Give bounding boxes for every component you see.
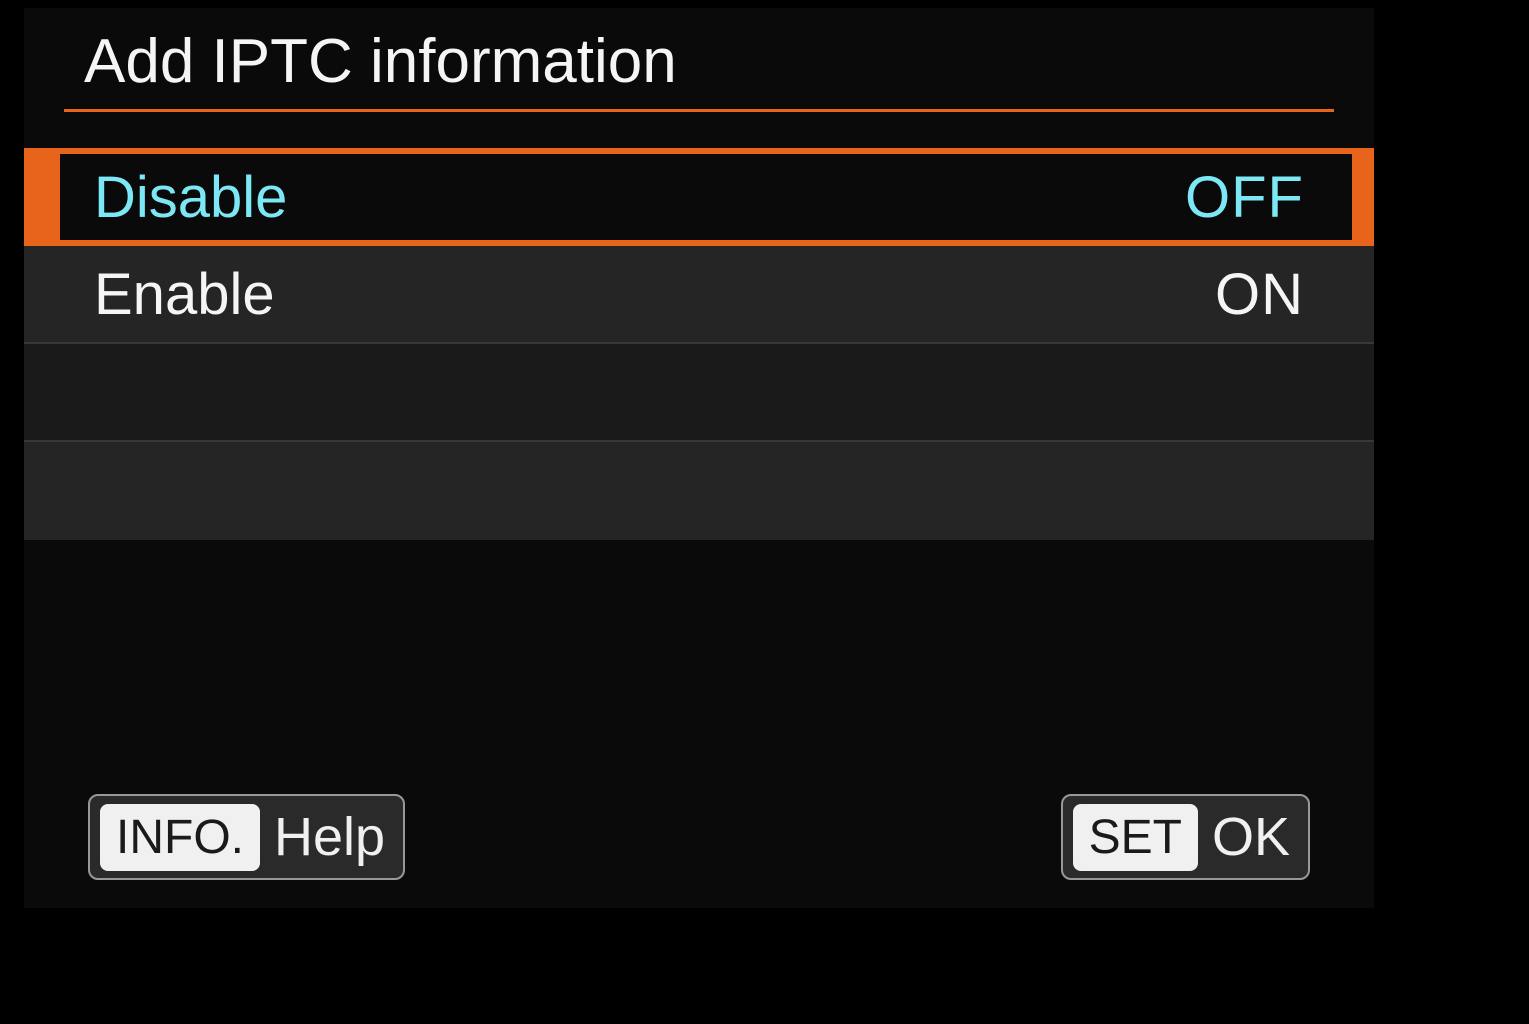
set-button-label: SET (1073, 804, 1198, 871)
option-value: OFF (1185, 164, 1304, 231)
option-value: ON (1215, 261, 1304, 328)
title-divider (64, 109, 1334, 112)
info-button-label: INFO. (100, 804, 260, 871)
option-enable[interactable]: Enable ON (24, 246, 1374, 344)
option-disable[interactable]: Disable OFF (24, 148, 1374, 246)
set-ok-button[interactable]: SET OK (1061, 794, 1310, 880)
option-empty (24, 344, 1374, 442)
option-label: Enable (94, 261, 275, 328)
menu-screen: Add IPTC information Disable OFF Enable … (24, 8, 1374, 908)
info-help-button[interactable]: INFO. Help (88, 794, 405, 880)
options-list: Disable OFF Enable ON (24, 148, 1374, 540)
page-title: Add IPTC information (24, 8, 1374, 97)
option-label: Disable (94, 164, 287, 231)
ok-label: OK (1212, 806, 1290, 868)
help-label: Help (274, 806, 385, 868)
footer-bar: INFO. Help SET OK (88, 794, 1310, 880)
option-empty (24, 442, 1374, 540)
